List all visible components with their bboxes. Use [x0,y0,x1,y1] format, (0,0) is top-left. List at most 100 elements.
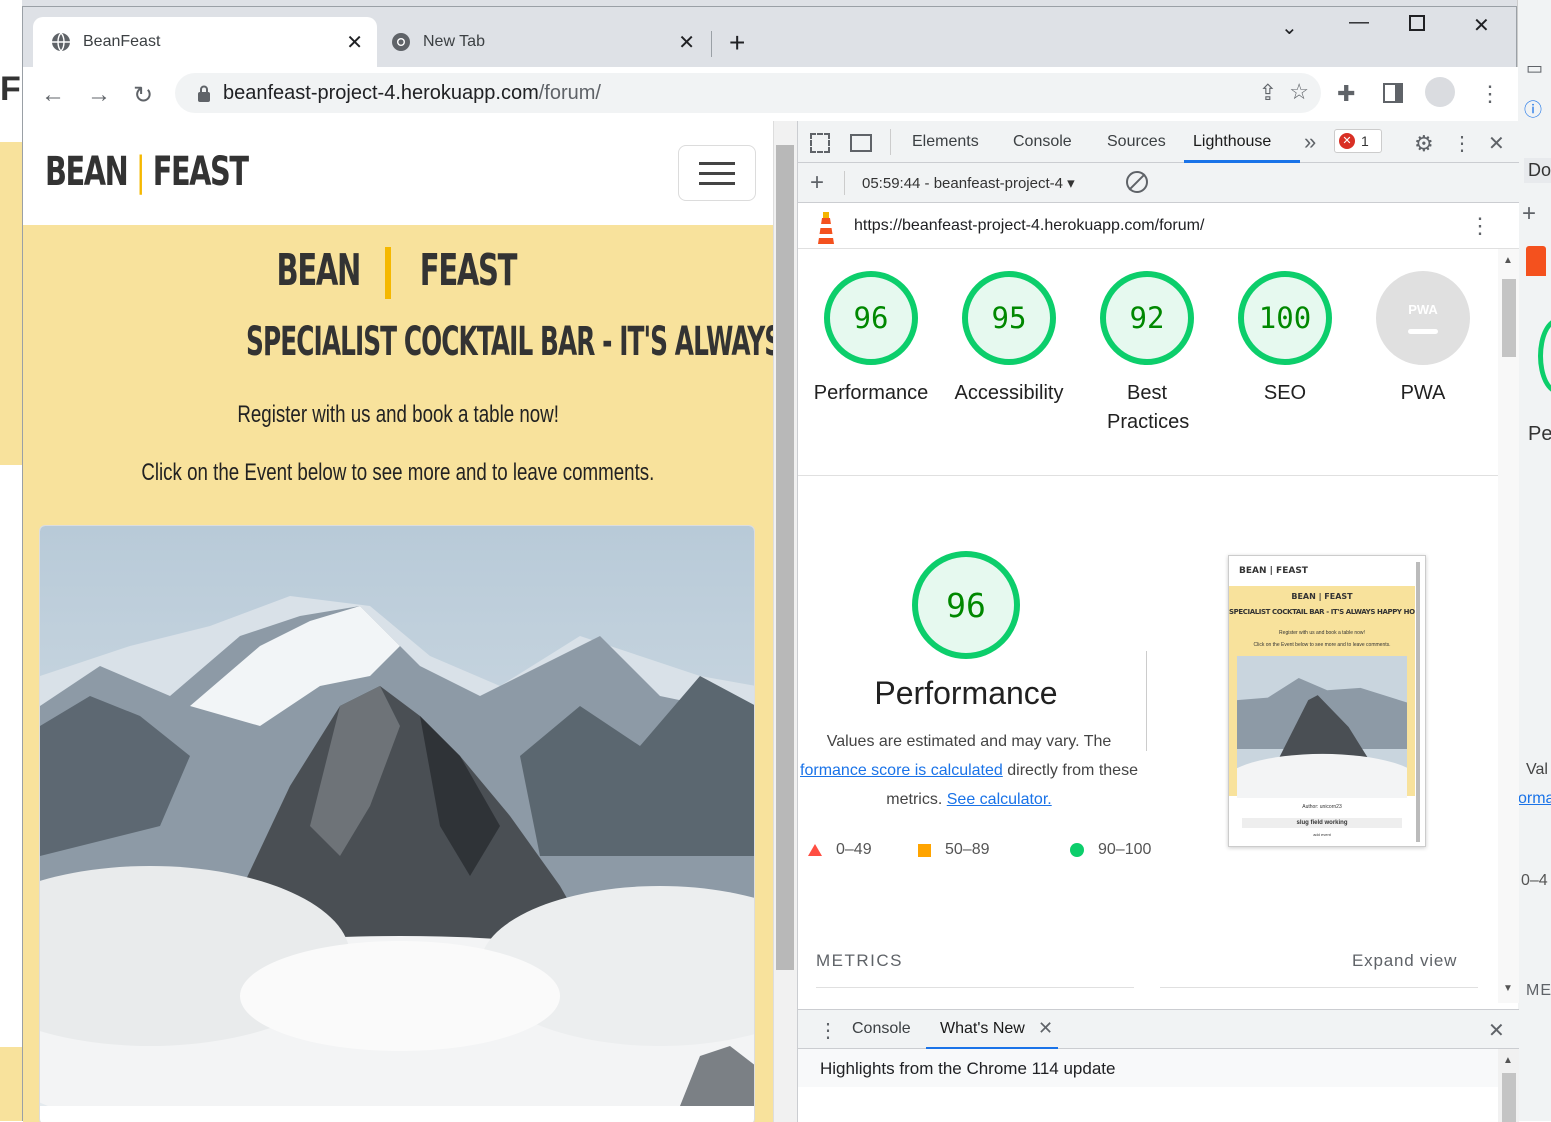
close-whats-new-icon[interactable]: ✕ [1038,1018,1053,1039]
close-window-icon[interactable]: ✕ [1473,13,1490,38]
tab-search-icon[interactable]: ⌄ [1281,15,1298,40]
close-drawer-icon[interactable]: ✕ [1488,1018,1505,1043]
globe-icon [52,32,70,52]
device-toolbar-icon[interactable] [850,134,872,152]
tab-new-tab[interactable]: New Tab ✕ [379,17,709,67]
scroll-up-icon[interactable]: ▲ [1503,255,1513,266]
lighthouse-toolbar: + 05:59:44 - beanfeast-project-4 ▾ [798,163,1519,203]
new-tab-button[interactable]: + [729,27,745,59]
site-logo[interactable]: BEAN | FEAST [45,149,249,195]
event-image[interactable] [40,526,755,1122]
score-ring: 100 [1238,271,1332,365]
tab-title: BeanFeast [83,33,161,50]
tab-beanfeast[interactable]: BeanFeast ✕ [33,17,377,67]
web-page: BEAN | FEAST BEAN FEAST SPECIALIST COCKTA… [23,121,773,1122]
profile-avatar-icon[interactable] [1425,77,1455,107]
event-card[interactable] [39,525,755,1122]
extensions-icon[interactable]: ✚ [1337,81,1355,107]
chrome-menu-icon[interactable]: ⋮ [1479,81,1501,107]
drawer-tab-whats-new[interactable]: What's New [940,1020,1025,1038]
gauge-pwa[interactable]: PWA PWA [1358,271,1488,408]
scroll-up-icon[interactable]: ▲ [1503,1055,1513,1066]
triangle-icon [808,844,822,856]
reload-icon[interactable]: ↻ [133,81,153,110]
background-devtools-fragment: ▭ ⓘ Dor + Pe Val orma 0–4 ME [1517,0,1551,1121]
see-calculator-link[interactable]: See calculator. [947,791,1052,808]
error-count-badge[interactable]: ✕ 1 [1334,129,1382,153]
tab-elements[interactable]: Elements [912,133,979,151]
maximize-icon[interactable] [1409,15,1425,31]
browser-window: BeanFeast ✕ New Tab ✕ + ⌄ — ✕ ← → ↻ bean… [22,6,1519,1122]
browser-toolbar: ← → ↻ beanfeast-project-4.herokuapp.com /… [23,67,1518,121]
scroll-down-icon[interactable]: ▼ [1503,983,1513,994]
inspect-element-icon[interactable] [810,133,830,153]
bookmark-star-icon[interactable]: ☆ [1289,79,1309,105]
gauge-label: Accessibility [954,382,1064,404]
bg-fragment-link: orma [1518,790,1551,807]
drawer-tab-console[interactable]: Console [852,1020,911,1038]
lock-icon[interactable] [197,85,211,102]
tab-lighthouse[interactable]: Lighthouse [1193,133,1271,151]
score-ring: 96 [824,271,918,365]
toolbar-separator [890,129,891,155]
share-icon[interactable]: ⇪ [1259,80,1277,106]
drawer-tabbar: ⋮ Console What's New ✕ ✕ [798,1009,1519,1050]
score-calculated-link[interactable]: formance score is calculated [800,762,1003,779]
gauge-label: Best Practices [1107,382,1190,433]
hamburger-line [699,172,735,175]
report-scrollbar-thumb[interactable] [1502,279,1516,357]
performance-heading: Performance [874,675,1058,711]
drawer-menu-icon[interactable]: ⋮ [818,1018,838,1043]
report-select[interactable]: 05:59:44 - beanfeast-project-4 ▾ [862,174,1075,192]
url-host: beanfeast-project-4.herokuapp.com [223,81,539,104]
background-window-hero-strip-bottom [0,1047,22,1121]
gauge-label: SEO [1263,382,1307,404]
gauge-best-practices[interactable]: 92 Best Practices [1082,271,1212,437]
lighthouse-url-bar: https://beanfeast-project-4.herokuapp.co… [798,203,1519,249]
settings-gear-icon[interactable]: ⚙ [1414,131,1434,157]
more-tabs-icon[interactable]: » [1304,129,1316,155]
thumbnail-image [1237,656,1407,798]
report-scrollbar[interactable]: ▲ ▼ [1498,249,1519,1003]
bg-fragment-text: Val [1526,761,1548,778]
tab-console[interactable]: Console [1013,133,1072,151]
expand-view-toggle[interactable]: Expand view [1352,951,1457,971]
menu-toggle-button[interactable] [678,145,756,201]
info-icon: ⓘ [1524,100,1542,120]
page-scrollbar-thumb[interactable] [776,145,794,970]
lighthouse-icon [818,212,834,244]
thumbnail-scrollbar [1416,562,1420,842]
new-report-icon[interactable]: + [810,169,824,197]
hero-section: BEAN FEAST SPECIALIST COCKTAIL BAR - IT'S… [23,225,773,1122]
bg-fragment-text: Pe [1528,423,1551,445]
site-navbar: BEAN | FEAST [23,121,773,225]
drawer-scrollbar[interactable]: ▲ [1498,1049,1519,1122]
devtools-menu-icon[interactable]: ⋮ [1452,131,1472,156]
close-devtools-icon[interactable]: ✕ [1488,131,1505,156]
minimize-icon[interactable]: — [1349,11,1369,34]
pwa-badge-icon: PWA [1376,271,1470,365]
back-icon[interactable]: ← [41,81,65,109]
drawer-scrollbar-thumb[interactable] [1502,1073,1516,1122]
bg-fragment-text: ME [1526,982,1551,999]
legend-pass: 90–100 [1070,841,1151,859]
performance-description: Values are estimated and may vary. The f… [800,733,1138,808]
tab-separator [711,31,712,57]
hero-intro-events: Click on the Event below to see more and… [141,459,655,486]
side-panel-icon[interactable] [1383,83,1403,103]
legend-fail: 0–49 [808,841,872,859]
gauge-performance[interactable]: 96 Performance [806,271,936,408]
final-screenshot-thumbnail[interactable]: BEAN | FEAST BEAN | FEAST SPECIALIST COC… [1228,555,1426,847]
gauge-seo[interactable]: 100 SEO [1220,271,1350,408]
close-tab-icon[interactable]: ✕ [346,30,363,55]
report-menu-icon[interactable]: ⋮ [1469,213,1491,239]
score-ring: 95 [962,271,1056,365]
square-icon [918,843,931,857]
forward-icon[interactable]: → [87,81,111,109]
performance-score-gauge: 96 [912,551,1020,659]
close-tab-icon[interactable]: ✕ [678,30,695,55]
tab-sources[interactable]: Sources [1107,133,1166,151]
address-bar[interactable]: beanfeast-project-4.herokuapp.com/forum/… [175,73,1321,113]
gauge-accessibility[interactable]: 95 Accessibility [944,271,1074,408]
clear-reports-icon[interactable] [1126,171,1148,193]
